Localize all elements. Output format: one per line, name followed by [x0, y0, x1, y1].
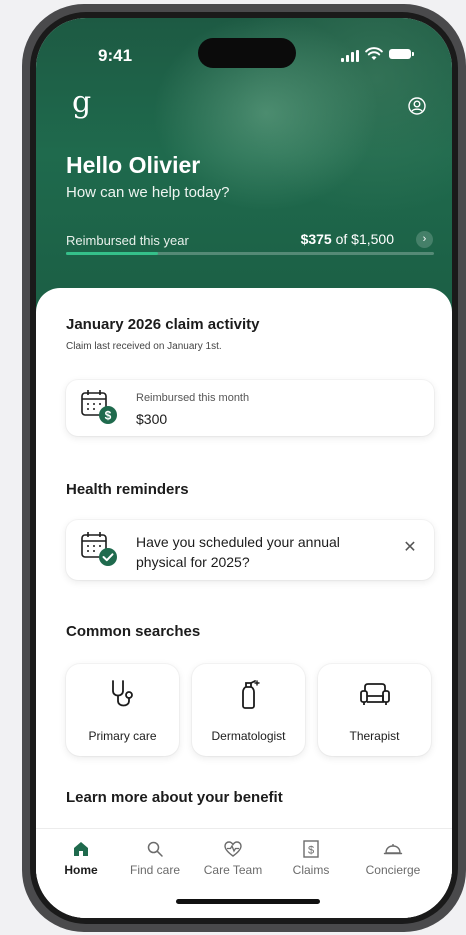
- dynamic-island: [198, 38, 296, 68]
- close-icon[interactable]: ✕: [402, 540, 418, 556]
- couch-icon: [359, 683, 390, 705]
- reimbursed-progress-fill: [66, 252, 158, 255]
- status-bar: 9:41: [36, 38, 452, 70]
- calendar-dollar-icon: $: [81, 390, 117, 424]
- phone-frame: 9:41 g Hello Olivier How can we help tod…: [22, 4, 466, 932]
- search-tile-dermatologist[interactable]: Dermatologist: [192, 664, 305, 756]
- tab-claims[interactable]: $ Claims: [274, 839, 348, 877]
- search-icon: [147, 841, 163, 857]
- status-time: 9:41: [98, 46, 133, 65]
- tab-label: Concierge: [365, 863, 421, 877]
- cellular-signal-icon: [341, 50, 359, 62]
- tab-concierge[interactable]: Concierge: [356, 839, 430, 877]
- lotion-bottle-icon: [241, 680, 260, 709]
- tab-find-care[interactable]: Find care: [118, 839, 192, 877]
- reimbursed-month-label: Reimbursed this month: [136, 392, 250, 404]
- reimbursed-month-value: $300: [136, 411, 168, 427]
- tab-care-team[interactable]: Care Team: [196, 839, 270, 877]
- home-indicator[interactable]: [176, 899, 320, 904]
- search-tile-primary-care[interactable]: Primary care: [66, 664, 179, 756]
- search-tile-label: Dermatologist: [211, 729, 286, 743]
- phone-bezel: 9:41 g Hello Olivier How can we help tod…: [30, 12, 458, 924]
- content-sheet: January 2026 claim activity Claim last r…: [36, 288, 452, 918]
- app-logo: g: [72, 85, 92, 120]
- reminder-card[interactable]: Have you scheduled your annual physical …: [66, 520, 434, 580]
- svg-text:$: $: [308, 845, 314, 857]
- dollar-receipt-icon: $: [303, 840, 319, 858]
- calendar-check-icon: [81, 532, 117, 566]
- wifi-icon: [365, 47, 383, 60]
- greeting-subtitle: How can we help today?: [66, 184, 230, 201]
- stethoscope-icon: [111, 680, 133, 707]
- reminders-section-title: Health reminders: [66, 481, 189, 498]
- profile-icon[interactable]: [408, 97, 426, 115]
- chevron-right-icon[interactable]: ›: [416, 231, 433, 248]
- tab-label: Find care: [129, 863, 181, 877]
- reimbursed-month-card[interactable]: $ Reimbursed this month $300: [66, 380, 434, 436]
- reimbursed-progress-bar: [66, 252, 434, 255]
- svg-text:$: $: [105, 409, 112, 423]
- home-icon: [74, 842, 88, 856]
- search-tile-therapist[interactable]: Therapist: [318, 664, 431, 756]
- reimbursed-amount-value: $375: [300, 231, 332, 247]
- bottom-tab-bar: Home Find care Care Team $ Claims Concie…: [36, 828, 452, 918]
- greeting-title: Hello Olivier: [66, 152, 201, 178]
- reminder-text: Have you scheduled your annual physical …: [136, 534, 340, 570]
- tab-label: Home: [64, 863, 98, 877]
- heart-pulse-icon: [224, 841, 242, 857]
- search-tile-label: Primary care: [88, 729, 157, 743]
- battery-icon: [389, 49, 414, 59]
- reimbursed-year-amount[interactable]: $375 of $1,500: [301, 231, 394, 247]
- app-screen: 9:41 g Hello Olivier How can we help tod…: [36, 18, 452, 918]
- service-bell-icon: [383, 844, 403, 855]
- tab-home[interactable]: Home: [44, 839, 118, 877]
- learn-section-title: Learn more about your benefit: [66, 789, 283, 806]
- header-hero: 9:41 g Hello Olivier How can we help tod…: [36, 18, 452, 318]
- search-tile-label: Therapist: [349, 729, 400, 743]
- tab-label: Claims: [292, 863, 330, 877]
- reimbursed-year-label[interactable]: Reimbursed this year: [66, 233, 189, 248]
- searches-section-title: Common searches: [66, 623, 201, 640]
- tab-label: Care Team: [203, 863, 263, 877]
- reimbursed-amount-total: of $1,500: [335, 231, 394, 247]
- claims-section-title: January 2026 claim activity: [66, 316, 260, 333]
- claims-section-subtitle: Claim last received on January 1st.: [66, 341, 222, 352]
